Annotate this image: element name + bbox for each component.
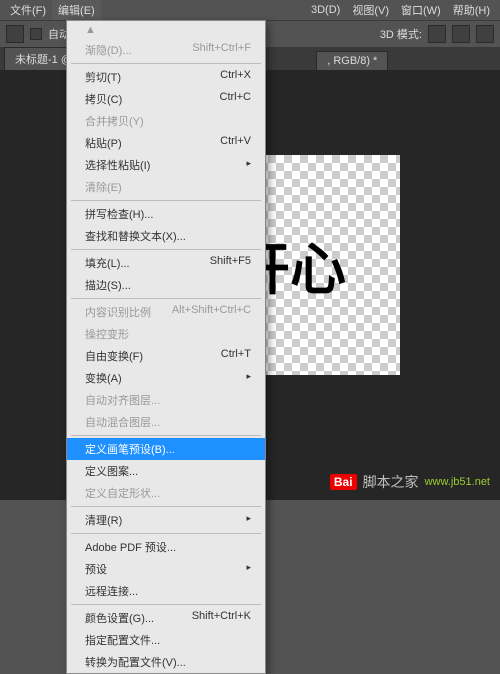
menu-item-1: 渐隐(D)... Shift+Ctrl+F bbox=[67, 39, 265, 61]
menu-item-label: 自由变换(F) bbox=[85, 348, 143, 364]
menu-edit[interactable]: 编辑(E) bbox=[52, 0, 101, 20]
menu-item-7[interactable]: 选择性粘贴(I) bbox=[67, 154, 265, 176]
mode3d-icon-2[interactable] bbox=[452, 25, 470, 43]
menu-item-label: 自动混合图层... bbox=[85, 414, 160, 430]
menu-view[interactable]: 视图(V) bbox=[346, 0, 395, 20]
mode3d-icon-1[interactable] bbox=[428, 25, 446, 43]
menu-item-label: 拼写检查(H)... bbox=[85, 206, 153, 222]
menu-item-8: 清除(E) bbox=[67, 176, 265, 198]
menu-item-10[interactable]: 拼写检查(H)... bbox=[67, 203, 265, 225]
menu-item-label: 清理(R) bbox=[85, 512, 122, 528]
submenu-arrow-icon bbox=[246, 370, 251, 386]
menu-item-label: 渐隐(D)... bbox=[85, 42, 131, 58]
menu-item-25: 定义自定形状... bbox=[67, 482, 265, 504]
menu-item-33[interactable]: 颜色设置(G)... Shift+Ctrl+K bbox=[67, 607, 265, 629]
menu-item-label: 填充(L)... bbox=[85, 255, 130, 271]
menu-window[interactable]: 窗口(W) bbox=[395, 0, 447, 20]
menu-item-19[interactable]: 变换(A) bbox=[67, 367, 265, 389]
menu-separator bbox=[71, 533, 261, 534]
menu-item-11[interactable]: 查找和替换文本(X)... bbox=[67, 225, 265, 247]
menu-separator bbox=[71, 63, 261, 64]
menu-item-shortcut: Ctrl+T bbox=[221, 348, 251, 364]
menu-separator bbox=[71, 298, 261, 299]
menu-item-label: 远程连接... bbox=[85, 583, 138, 599]
menu-item-20: 自动对齐图层... bbox=[67, 389, 265, 411]
menu-item-label: 选择性粘贴(I) bbox=[85, 157, 150, 173]
menu-item-34[interactable]: 指定配置文件... bbox=[67, 629, 265, 651]
menu-separator bbox=[71, 200, 261, 201]
watermark-site: 脚本之家 bbox=[363, 472, 419, 492]
menu-item-0: ▲ bbox=[67, 21, 265, 39]
mode3d-icon-3[interactable] bbox=[476, 25, 494, 43]
menu-item-shortcut: Shift+Ctrl+F bbox=[192, 42, 251, 58]
menu-item-label: 变换(A) bbox=[85, 370, 122, 386]
mode3d-label: 3D 模式: bbox=[380, 26, 422, 42]
menu-item-shortcut: Ctrl+X bbox=[220, 69, 251, 85]
menu-item-shortcut: Shift+Ctrl+K bbox=[192, 610, 251, 626]
menu-item-29[interactable]: Adobe PDF 预设... bbox=[67, 536, 265, 558]
menu-item-18[interactable]: 自由变换(F) Ctrl+T bbox=[67, 345, 265, 367]
menu-item-label: 颜色设置(G)... bbox=[85, 610, 154, 626]
menu-item-30[interactable]: 预设 bbox=[67, 558, 265, 580]
menu-item-label: 操控变形 bbox=[85, 326, 129, 342]
submenu-arrow-icon bbox=[246, 157, 251, 173]
menu-item-label: 查找和替换文本(X)... bbox=[85, 228, 186, 244]
watermark: Bai 脚本之家 www.jb51.net bbox=[330, 472, 490, 492]
menu-file[interactable]: 文件(F) bbox=[4, 0, 52, 20]
menu-item-14[interactable]: 描边(S)... bbox=[67, 274, 265, 296]
menu-item-shortcut: Alt+Shift+Ctrl+C bbox=[172, 304, 251, 320]
tab-document-2[interactable]: , RGB/8) * bbox=[316, 51, 388, 70]
menu-item-label: 拷贝(C) bbox=[85, 91, 122, 107]
menu-item-label: ▲ bbox=[85, 24, 96, 36]
menu-item-label: 转换为配置文件(V)... bbox=[85, 654, 186, 670]
watermark-url: www.jb51.net bbox=[425, 476, 490, 488]
menu-item-label: 清除(E) bbox=[85, 179, 122, 195]
menu-3d[interactable]: 3D(D) bbox=[305, 2, 346, 18]
menu-separator bbox=[71, 604, 261, 605]
menu-item-17: 操控变形 bbox=[67, 323, 265, 345]
edit-dropdown-menu: ▲ 渐隐(D)... Shift+Ctrl+F 剪切(T) Ctrl+X 拷贝(C) Ctr… bbox=[66, 20, 266, 674]
menu-item-label: 剪切(T) bbox=[85, 69, 121, 85]
menu-item-label: 粘贴(P) bbox=[85, 135, 122, 151]
menu-item-35[interactable]: 转换为配置文件(V)... bbox=[67, 651, 265, 673]
menu-item-13[interactable]: 填充(L)... Shift+F5 bbox=[67, 252, 265, 274]
menu-item-label: 自动对齐图层... bbox=[85, 392, 160, 408]
watermark-logo: Bai bbox=[330, 474, 357, 490]
menu-item-23[interactable]: 定义画笔预设(B)... bbox=[67, 438, 265, 460]
menu-item-shortcut: Ctrl+V bbox=[220, 135, 251, 151]
menu-item-27[interactable]: 清理(R) bbox=[67, 509, 265, 531]
menubar: 文件(F) 编辑(E) 3D(D) 视图(V) 窗口(W) 帮助(H) bbox=[0, 0, 500, 20]
menu-item-label: 描边(S)... bbox=[85, 277, 131, 293]
menu-item-label: 定义图案... bbox=[85, 463, 138, 479]
menu-item-label: 合并拷贝(Y) bbox=[85, 113, 144, 129]
menu-item-6[interactable]: 粘贴(P) Ctrl+V bbox=[67, 132, 265, 154]
menu-item-label: 预设 bbox=[85, 561, 107, 577]
menu-item-label: 定义画笔预设(B)... bbox=[85, 441, 175, 457]
menu-separator bbox=[71, 435, 261, 436]
menu-item-label: Adobe PDF 预设... bbox=[85, 539, 176, 555]
menu-item-5: 合并拷贝(Y) bbox=[67, 110, 265, 132]
menu-separator bbox=[71, 506, 261, 507]
menu-item-label: 定义自定形状... bbox=[85, 485, 160, 501]
move-tool-icon[interactable] bbox=[6, 25, 24, 43]
menu-item-label: 内容识别比例 bbox=[85, 304, 151, 320]
menu-item-16: 内容识别比例 Alt+Shift+Ctrl+C bbox=[67, 301, 265, 323]
menu-item-3[interactable]: 剪切(T) Ctrl+X bbox=[67, 66, 265, 88]
menu-item-label: 指定配置文件... bbox=[85, 632, 160, 648]
submenu-arrow-icon bbox=[246, 512, 251, 528]
auto-select-checkbox[interactable] bbox=[30, 28, 42, 40]
submenu-arrow-icon bbox=[246, 561, 251, 577]
menu-help[interactable]: 帮助(H) bbox=[447, 0, 496, 20]
menu-item-shortcut: Shift+F5 bbox=[210, 255, 251, 271]
menu-item-31[interactable]: 远程连接... bbox=[67, 580, 265, 602]
menu-item-shortcut: Ctrl+C bbox=[220, 91, 251, 107]
menu-item-24[interactable]: 定义图案... bbox=[67, 460, 265, 482]
menu-separator bbox=[71, 249, 261, 250]
menu-item-21: 自动混合图层... bbox=[67, 411, 265, 433]
menu-item-4[interactable]: 拷贝(C) Ctrl+C bbox=[67, 88, 265, 110]
